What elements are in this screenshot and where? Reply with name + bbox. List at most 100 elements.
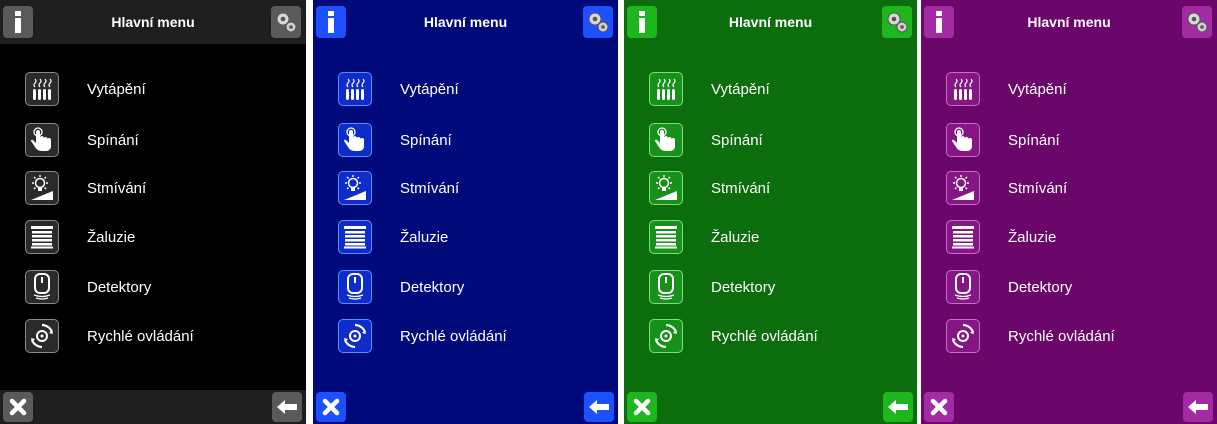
menu-item-label: Vytápění — [1008, 81, 1067, 98]
menu-item[interactable]: Žaluzie — [313, 213, 618, 263]
menu-item[interactable]: Spínání — [921, 116, 1217, 166]
menu-item[interactable]: Spínání — [0, 116, 306, 166]
menu-item-label: Vytápění — [400, 81, 459, 98]
gears-icon — [1185, 10, 1209, 34]
menu-item[interactable]: Spínání — [624, 116, 917, 166]
settings-button[interactable] — [271, 6, 301, 38]
heating-icon — [649, 72, 683, 106]
back-arrow-icon — [589, 400, 609, 414]
close-button[interactable] — [924, 392, 954, 422]
info-button[interactable] — [924, 6, 954, 38]
menu-item[interactable]: Detektory — [921, 263, 1217, 313]
back-button[interactable] — [1183, 392, 1213, 422]
info-button[interactable] — [316, 6, 346, 38]
menu-item[interactable]: Žaluzie — [921, 213, 1217, 263]
heating-icon — [338, 72, 372, 106]
menu-item-label: Žaluzie — [400, 229, 449, 246]
menu-item-label: Spínání — [711, 132, 763, 149]
menu-item[interactable]: Stmívání — [921, 164, 1217, 214]
menu-item[interactable]: Stmívání — [624, 164, 917, 214]
info-button[interactable] — [627, 6, 657, 38]
menu-item[interactable]: Rychlé ovládání — [0, 312, 306, 362]
info-icon — [326, 11, 336, 33]
back-button[interactable] — [272, 392, 302, 422]
switching-hand-icon — [25, 123, 59, 157]
menu-item[interactable]: Detektory — [0, 263, 306, 313]
menu-item[interactable]: Rychlé ovládání — [921, 312, 1217, 362]
close-button[interactable] — [316, 392, 346, 422]
menu-item-label: Stmívání — [1008, 180, 1068, 197]
menu-item[interactable]: Detektory — [624, 263, 917, 313]
settings-button[interactable] — [1182, 6, 1212, 38]
menu-item-label: Žaluzie — [87, 229, 136, 246]
footer-bar — [0, 390, 306, 424]
switching-hand-icon — [649, 123, 683, 157]
menu-item-label: Vytápění — [87, 81, 146, 98]
menu-item[interactable]: Stmívání — [0, 164, 306, 214]
detector-icon — [338, 270, 372, 304]
page-title: Hlavní menu — [728, 14, 813, 30]
menu-item[interactable]: Stmívání — [313, 164, 618, 214]
menu-item[interactable]: Žaluzie — [624, 213, 917, 263]
gears-icon — [274, 10, 298, 34]
settings-button[interactable] — [882, 6, 912, 38]
menu-panel-green: Hlavní menu Vytápění Spínání Stmívání Ža… — [624, 0, 917, 424]
menu-item[interactable]: Vytápění — [624, 65, 917, 115]
quick-control-icon — [946, 319, 980, 353]
detector-icon — [25, 270, 59, 304]
back-arrow-icon — [888, 400, 908, 414]
close-icon — [930, 398, 948, 416]
close-icon — [9, 398, 27, 416]
gears-icon — [885, 10, 909, 34]
close-button[interactable] — [627, 392, 657, 422]
switching-hand-icon — [338, 123, 372, 157]
menu-item-label: Spínání — [1008, 132, 1060, 149]
menu-item-label: Spínání — [87, 132, 139, 149]
menu-item[interactable]: Spínání — [313, 116, 618, 166]
dimming-bulb-icon — [338, 171, 372, 205]
menu-item-label: Stmívání — [711, 180, 771, 197]
header-bar: Hlavní menu — [921, 0, 1217, 44]
menu-item[interactable]: Vytápění — [0, 65, 306, 115]
menu-item[interactable]: Vytápění — [313, 65, 618, 115]
switching-hand-icon — [946, 123, 980, 157]
menu-item-label: Detektory — [400, 279, 465, 296]
page-title: Hlavní menu — [1027, 14, 1111, 30]
close-button[interactable] — [3, 392, 33, 422]
menu-item-label: Vytápění — [711, 81, 770, 98]
info-button[interactable] — [3, 6, 33, 38]
info-icon — [637, 11, 647, 33]
menu-item-label: Spínání — [400, 132, 452, 149]
menu-item-label: Detektory — [87, 279, 152, 296]
quick-control-icon — [338, 319, 372, 353]
menu-item[interactable]: Rychlé ovládání — [313, 312, 618, 362]
page-title: Hlavní menu — [423, 14, 508, 30]
menu-item-label: Žaluzie — [711, 229, 760, 246]
menu-item[interactable]: Vytápění — [921, 65, 1217, 115]
menu-item-label: Žaluzie — [1008, 229, 1057, 246]
blinds-icon — [649, 220, 683, 254]
info-icon — [13, 11, 23, 33]
blinds-icon — [338, 220, 372, 254]
heating-icon — [946, 72, 980, 106]
footer-bar — [313, 390, 618, 424]
menu-item-label: Rychlé ovládání — [87, 328, 194, 345]
footer-bar — [921, 390, 1217, 424]
blinds-icon — [946, 220, 980, 254]
menu-item-label: Detektory — [711, 279, 776, 296]
gears-icon — [586, 10, 610, 34]
close-icon — [633, 398, 651, 416]
menu-item[interactable]: Rychlé ovládání — [624, 312, 917, 362]
header-bar: Hlavní menu — [0, 0, 306, 44]
back-button[interactable] — [584, 392, 614, 422]
dimming-bulb-icon — [25, 171, 59, 205]
info-icon — [934, 11, 944, 33]
menu-item-label: Detektory — [1008, 279, 1073, 296]
settings-button[interactable] — [583, 6, 613, 38]
back-button[interactable] — [883, 392, 913, 422]
detector-icon — [946, 270, 980, 304]
blinds-icon — [25, 220, 59, 254]
menu-item[interactable]: Žaluzie — [0, 213, 306, 263]
menu-item[interactable]: Detektory — [313, 263, 618, 313]
close-icon — [322, 398, 340, 416]
